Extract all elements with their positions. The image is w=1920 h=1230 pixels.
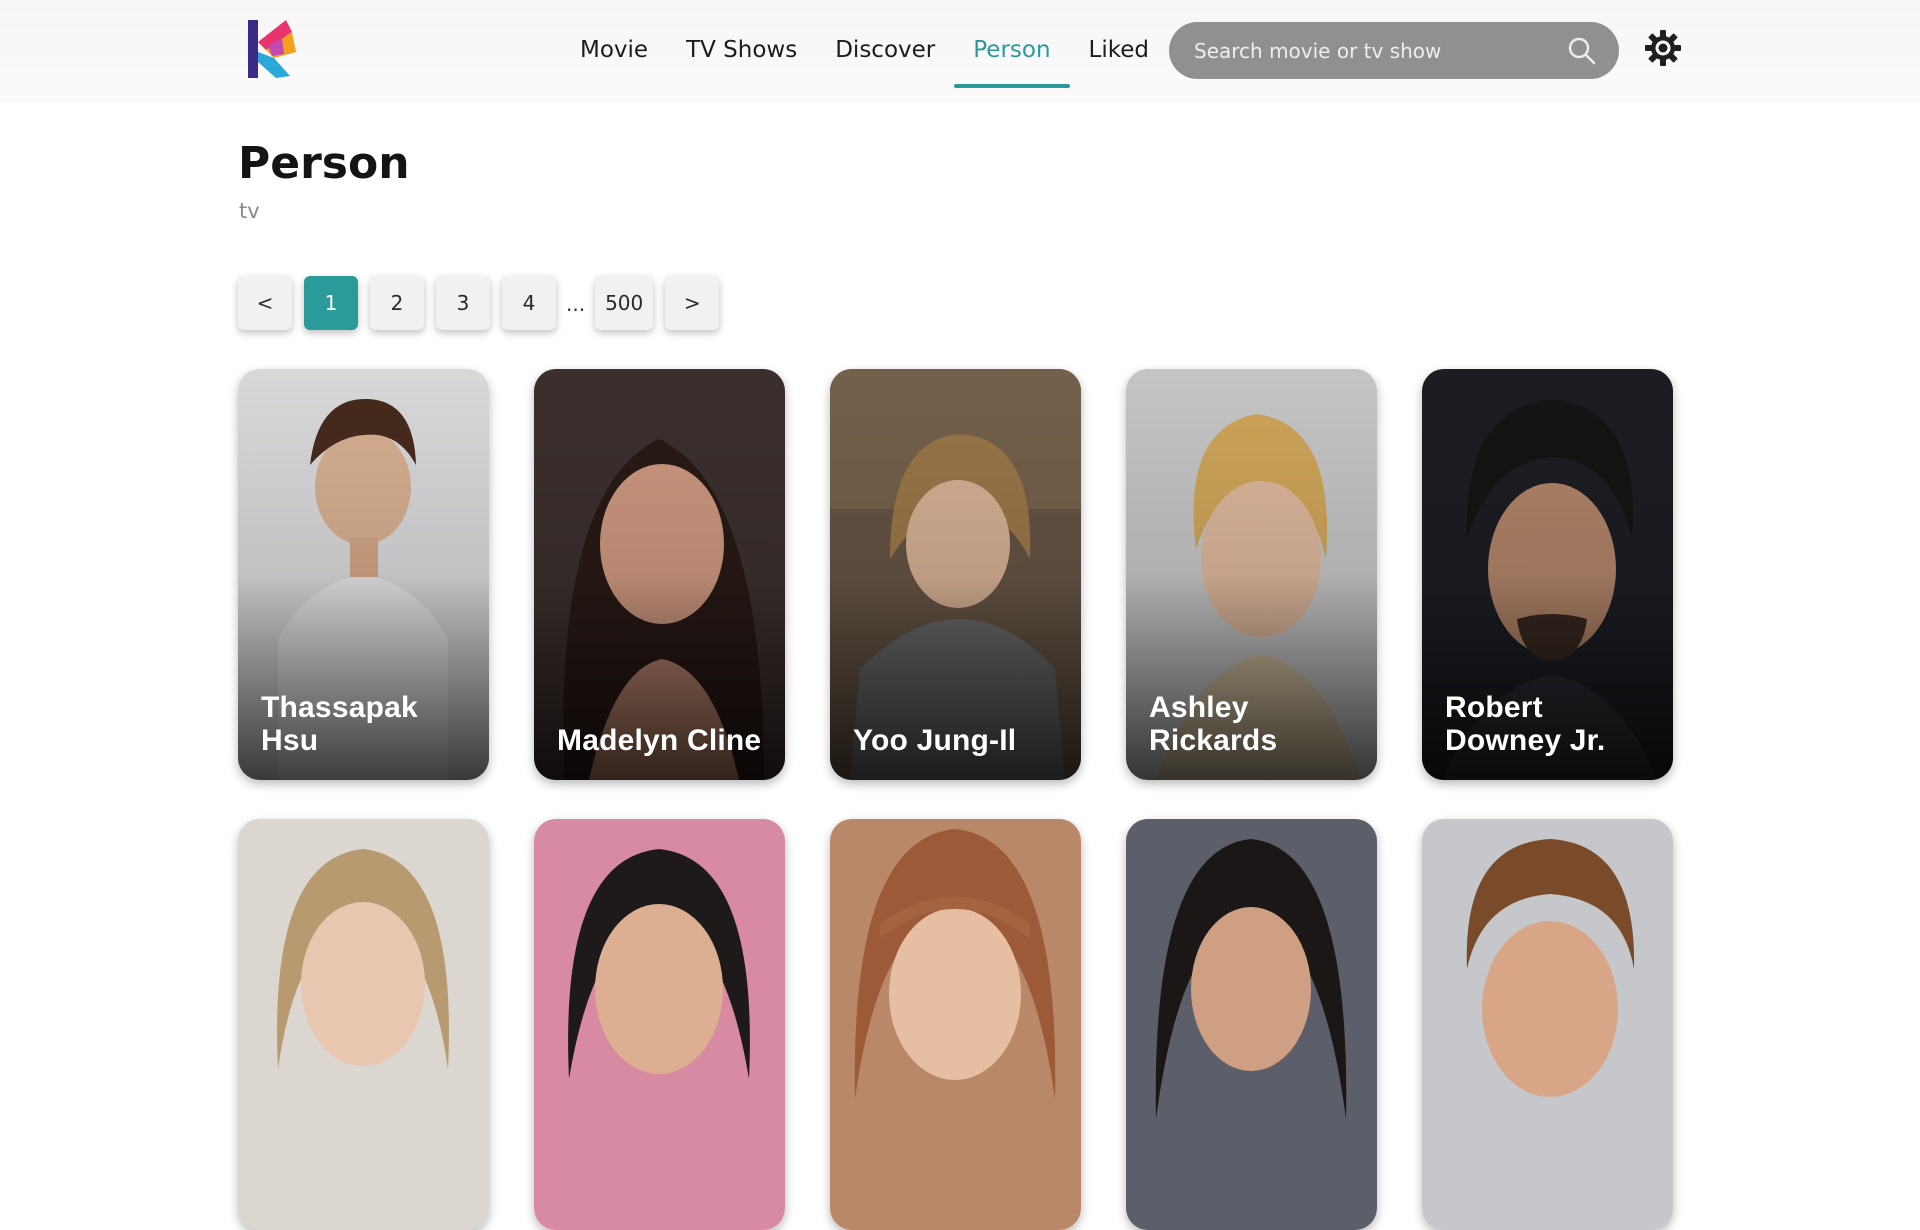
search-icon[interactable]	[1567, 36, 1597, 66]
pagination: < 1 2 3 4 ... 500 >	[238, 276, 720, 330]
page-subtitle: tv	[239, 199, 260, 223]
person-card[interactable]: Ashley Rickards	[1126, 369, 1377, 780]
person-card[interactable]: Madelyn Cline	[534, 369, 785, 780]
person-card[interactable]	[534, 819, 785, 1230]
page-button-3[interactable]: 3	[436, 276, 490, 330]
nav-discover[interactable]: Discover	[816, 0, 954, 100]
search-input[interactable]	[1194, 38, 1567, 63]
person-photo	[238, 819, 489, 1230]
nav-liked[interactable]: Liked	[1070, 0, 1168, 100]
person-card[interactable]	[238, 819, 489, 1230]
next-page-button[interactable]: >	[665, 276, 720, 330]
person-photo	[1126, 819, 1377, 1230]
app-logo[interactable]	[246, 18, 298, 80]
person-card[interactable]	[830, 819, 1081, 1230]
nav-person[interactable]: Person	[954, 0, 1070, 100]
person-card[interactable]: Thassapak Hsu	[238, 369, 489, 780]
page-button-2[interactable]: 2	[370, 276, 424, 330]
page-title: Person	[238, 138, 410, 189]
person-grid: Thassapak Hsu Madelyn Cline Yoo Jung-Il	[238, 369, 1673, 1230]
person-photo	[830, 819, 1081, 1230]
page-button-4[interactable]: 4	[502, 276, 556, 330]
person-name: Thassapak Hsu	[261, 691, 418, 757]
nav-movie[interactable]: Movie	[561, 0, 667, 100]
person-name: Madelyn Cline	[557, 724, 762, 757]
person-name: Robert Downey Jr.	[1445, 691, 1606, 757]
main-nav: Movie TV Shows Discover Person Liked	[561, 0, 1168, 103]
person-photo	[1422, 819, 1673, 1230]
gear-icon[interactable]	[1644, 29, 1682, 67]
person-name: Ashley Rickards	[1149, 691, 1278, 757]
person-card[interactable]: Robert Downey Jr.	[1422, 369, 1673, 780]
nav-tv-shows[interactable]: TV Shows	[667, 0, 816, 100]
top-header: Movie TV Shows Discover Person Liked	[0, 0, 1920, 103]
person-card[interactable]	[1422, 819, 1673, 1230]
prev-page-button[interactable]: <	[238, 276, 292, 330]
person-photo	[534, 819, 785, 1230]
pagination-ellipsis: ...	[566, 292, 586, 316]
person-card[interactable]: Yoo Jung-Il	[830, 369, 1081, 780]
page-button-last[interactable]: 500	[595, 276, 654, 330]
person-name: Yoo Jung-Il	[853, 724, 1017, 757]
search-bar	[1169, 22, 1619, 79]
person-card[interactable]	[1126, 819, 1377, 1230]
page-button-1[interactable]: 1	[304, 276, 358, 330]
